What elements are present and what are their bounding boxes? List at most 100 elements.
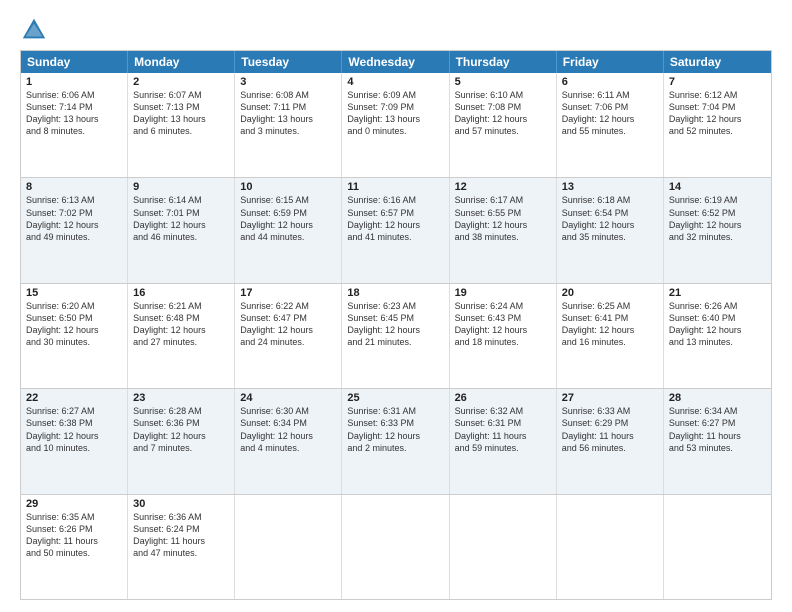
day-cell-8: 8Sunrise: 6:13 AM Sunset: 7:02 PM Daylig… <box>21 178 128 282</box>
day-info: Sunrise: 6:06 AM Sunset: 7:14 PM Dayligh… <box>26 89 122 138</box>
day-cell-27: 27Sunrise: 6:33 AM Sunset: 6:29 PM Dayli… <box>557 389 664 493</box>
calendar-page: SundayMondayTuesdayWednesdayThursdayFrid… <box>0 0 792 612</box>
day-number: 8 <box>26 181 122 193</box>
day-cell-10: 10Sunrise: 6:15 AM Sunset: 6:59 PM Dayli… <box>235 178 342 282</box>
day-info: Sunrise: 6:12 AM Sunset: 7:04 PM Dayligh… <box>669 89 766 138</box>
day-cell-5: 5Sunrise: 6:10 AM Sunset: 7:08 PM Daylig… <box>450 73 557 177</box>
day-number: 18 <box>347 287 443 299</box>
day-cell-21: 21Sunrise: 6:26 AM Sunset: 6:40 PM Dayli… <box>664 284 771 388</box>
empty-cell: 1Sunrise: 6:06 AM Sunset: 7:14 PM Daylig… <box>21 73 128 177</box>
day-cell-22: 22Sunrise: 6:27 AM Sunset: 6:38 PM Dayli… <box>21 389 128 493</box>
day-number: 24 <box>240 392 336 404</box>
week-row-3: 15Sunrise: 6:20 AM Sunset: 6:50 PM Dayli… <box>21 283 771 388</box>
day-number: 30 <box>133 498 229 510</box>
day-number: 26 <box>455 392 551 404</box>
day-number: 25 <box>347 392 443 404</box>
day-info: Sunrise: 6:26 AM Sunset: 6:40 PM Dayligh… <box>669 300 766 349</box>
day-cell-18: 18Sunrise: 6:23 AM Sunset: 6:45 PM Dayli… <box>342 284 449 388</box>
day-cell-28: 28Sunrise: 6:34 AM Sunset: 6:27 PM Dayli… <box>664 389 771 493</box>
day-info: Sunrise: 6:23 AM Sunset: 6:45 PM Dayligh… <box>347 300 443 349</box>
day-number: 15 <box>26 287 122 299</box>
day-number: 2 <box>133 76 229 88</box>
day-info: Sunrise: 6:14 AM Sunset: 7:01 PM Dayligh… <box>133 194 229 243</box>
day-cell-30: 30Sunrise: 6:36 AM Sunset: 6:24 PM Dayli… <box>128 495 235 599</box>
week-row-4: 22Sunrise: 6:27 AM Sunset: 6:38 PM Dayli… <box>21 388 771 493</box>
day-info: Sunrise: 6:22 AM Sunset: 6:47 PM Dayligh… <box>240 300 336 349</box>
day-info: Sunrise: 6:18 AM Sunset: 6:54 PM Dayligh… <box>562 194 658 243</box>
logo-icon <box>20 16 48 44</box>
day-info: Sunrise: 6:28 AM Sunset: 6:36 PM Dayligh… <box>133 405 229 454</box>
calendar-body: 1Sunrise: 6:06 AM Sunset: 7:14 PM Daylig… <box>21 73 771 599</box>
day-cell-7: 7Sunrise: 6:12 AM Sunset: 7:04 PM Daylig… <box>664 73 771 177</box>
day-number: 22 <box>26 392 122 404</box>
day-number: 20 <box>562 287 658 299</box>
week-row-1: 1Sunrise: 6:06 AM Sunset: 7:14 PM Daylig… <box>21 73 771 177</box>
day-number: 16 <box>133 287 229 299</box>
day-info: Sunrise: 6:13 AM Sunset: 7:02 PM Dayligh… <box>26 194 122 243</box>
day-info: Sunrise: 6:30 AM Sunset: 6:34 PM Dayligh… <box>240 405 336 454</box>
day-info: Sunrise: 6:32 AM Sunset: 6:31 PM Dayligh… <box>455 405 551 454</box>
day-info: Sunrise: 6:08 AM Sunset: 7:11 PM Dayligh… <box>240 89 336 138</box>
day-cell-9: 9Sunrise: 6:14 AM Sunset: 7:01 PM Daylig… <box>128 178 235 282</box>
day-info: Sunrise: 6:35 AM Sunset: 6:26 PM Dayligh… <box>26 511 122 560</box>
day-number: 17 <box>240 287 336 299</box>
day-cell-17: 17Sunrise: 6:22 AM Sunset: 6:47 PM Dayli… <box>235 284 342 388</box>
day-cell-12: 12Sunrise: 6:17 AM Sunset: 6:55 PM Dayli… <box>450 178 557 282</box>
day-cell-29: 29Sunrise: 6:35 AM Sunset: 6:26 PM Dayli… <box>21 495 128 599</box>
day-number: 29 <box>26 498 122 510</box>
day-cell-3: 3Sunrise: 6:08 AM Sunset: 7:11 PM Daylig… <box>235 73 342 177</box>
logo <box>20 16 52 44</box>
day-cell-26: 26Sunrise: 6:32 AM Sunset: 6:31 PM Dayli… <box>450 389 557 493</box>
day-cell-19: 19Sunrise: 6:24 AM Sunset: 6:43 PM Dayli… <box>450 284 557 388</box>
day-number: 6 <box>562 76 658 88</box>
day-cell-20: 20Sunrise: 6:25 AM Sunset: 6:41 PM Dayli… <box>557 284 664 388</box>
day-number: 12 <box>455 181 551 193</box>
empty-cell <box>557 495 664 599</box>
day-number: 4 <box>347 76 443 88</box>
day-cell-16: 16Sunrise: 6:21 AM Sunset: 6:48 PM Dayli… <box>128 284 235 388</box>
day-number: 5 <box>455 76 551 88</box>
day-number: 14 <box>669 181 766 193</box>
day-info: Sunrise: 6:25 AM Sunset: 6:41 PM Dayligh… <box>562 300 658 349</box>
day-cell-24: 24Sunrise: 6:30 AM Sunset: 6:34 PM Dayli… <box>235 389 342 493</box>
day-number: 10 <box>240 181 336 193</box>
day-number: 28 <box>669 392 766 404</box>
day-number: 27 <box>562 392 658 404</box>
day-info: Sunrise: 6:07 AM Sunset: 7:13 PM Dayligh… <box>133 89 229 138</box>
day-info: Sunrise: 6:31 AM Sunset: 6:33 PM Dayligh… <box>347 405 443 454</box>
day-header-sunday: Sunday <box>21 51 128 73</box>
day-info: Sunrise: 6:16 AM Sunset: 6:57 PM Dayligh… <box>347 194 443 243</box>
day-cell-14: 14Sunrise: 6:19 AM Sunset: 6:52 PM Dayli… <box>664 178 771 282</box>
day-cell-15: 15Sunrise: 6:20 AM Sunset: 6:50 PM Dayli… <box>21 284 128 388</box>
day-number: 11 <box>347 181 443 193</box>
day-info: Sunrise: 6:33 AM Sunset: 6:29 PM Dayligh… <box>562 405 658 454</box>
day-info: Sunrise: 6:36 AM Sunset: 6:24 PM Dayligh… <box>133 511 229 560</box>
day-info: Sunrise: 6:10 AM Sunset: 7:08 PM Dayligh… <box>455 89 551 138</box>
empty-cell <box>235 495 342 599</box>
day-number: 19 <box>455 287 551 299</box>
calendar: SundayMondayTuesdayWednesdayThursdayFrid… <box>20 50 772 600</box>
day-header-saturday: Saturday <box>664 51 771 73</box>
day-info: Sunrise: 6:34 AM Sunset: 6:27 PM Dayligh… <box>669 405 766 454</box>
day-cell-25: 25Sunrise: 6:31 AM Sunset: 6:33 PM Dayli… <box>342 389 449 493</box>
empty-cell <box>342 495 449 599</box>
day-info: Sunrise: 6:24 AM Sunset: 6:43 PM Dayligh… <box>455 300 551 349</box>
day-header-monday: Monday <box>128 51 235 73</box>
day-number: 23 <box>133 392 229 404</box>
day-cell-4: 4Sunrise: 6:09 AM Sunset: 7:09 PM Daylig… <box>342 73 449 177</box>
day-number: 21 <box>669 287 766 299</box>
day-number: 1 <box>26 76 122 88</box>
day-cell-6: 6Sunrise: 6:11 AM Sunset: 7:06 PM Daylig… <box>557 73 664 177</box>
day-number: 7 <box>669 76 766 88</box>
day-info: Sunrise: 6:09 AM Sunset: 7:09 PM Dayligh… <box>347 89 443 138</box>
empty-cell <box>664 495 771 599</box>
day-header-thursday: Thursday <box>450 51 557 73</box>
day-info: Sunrise: 6:27 AM Sunset: 6:38 PM Dayligh… <box>26 405 122 454</box>
day-info: Sunrise: 6:11 AM Sunset: 7:06 PM Dayligh… <box>562 89 658 138</box>
day-headers: SundayMondayTuesdayWednesdayThursdayFrid… <box>21 51 771 73</box>
day-header-tuesday: Tuesday <box>235 51 342 73</box>
day-number: 9 <box>133 181 229 193</box>
day-info: Sunrise: 6:15 AM Sunset: 6:59 PM Dayligh… <box>240 194 336 243</box>
day-number: 13 <box>562 181 658 193</box>
header <box>20 16 772 44</box>
